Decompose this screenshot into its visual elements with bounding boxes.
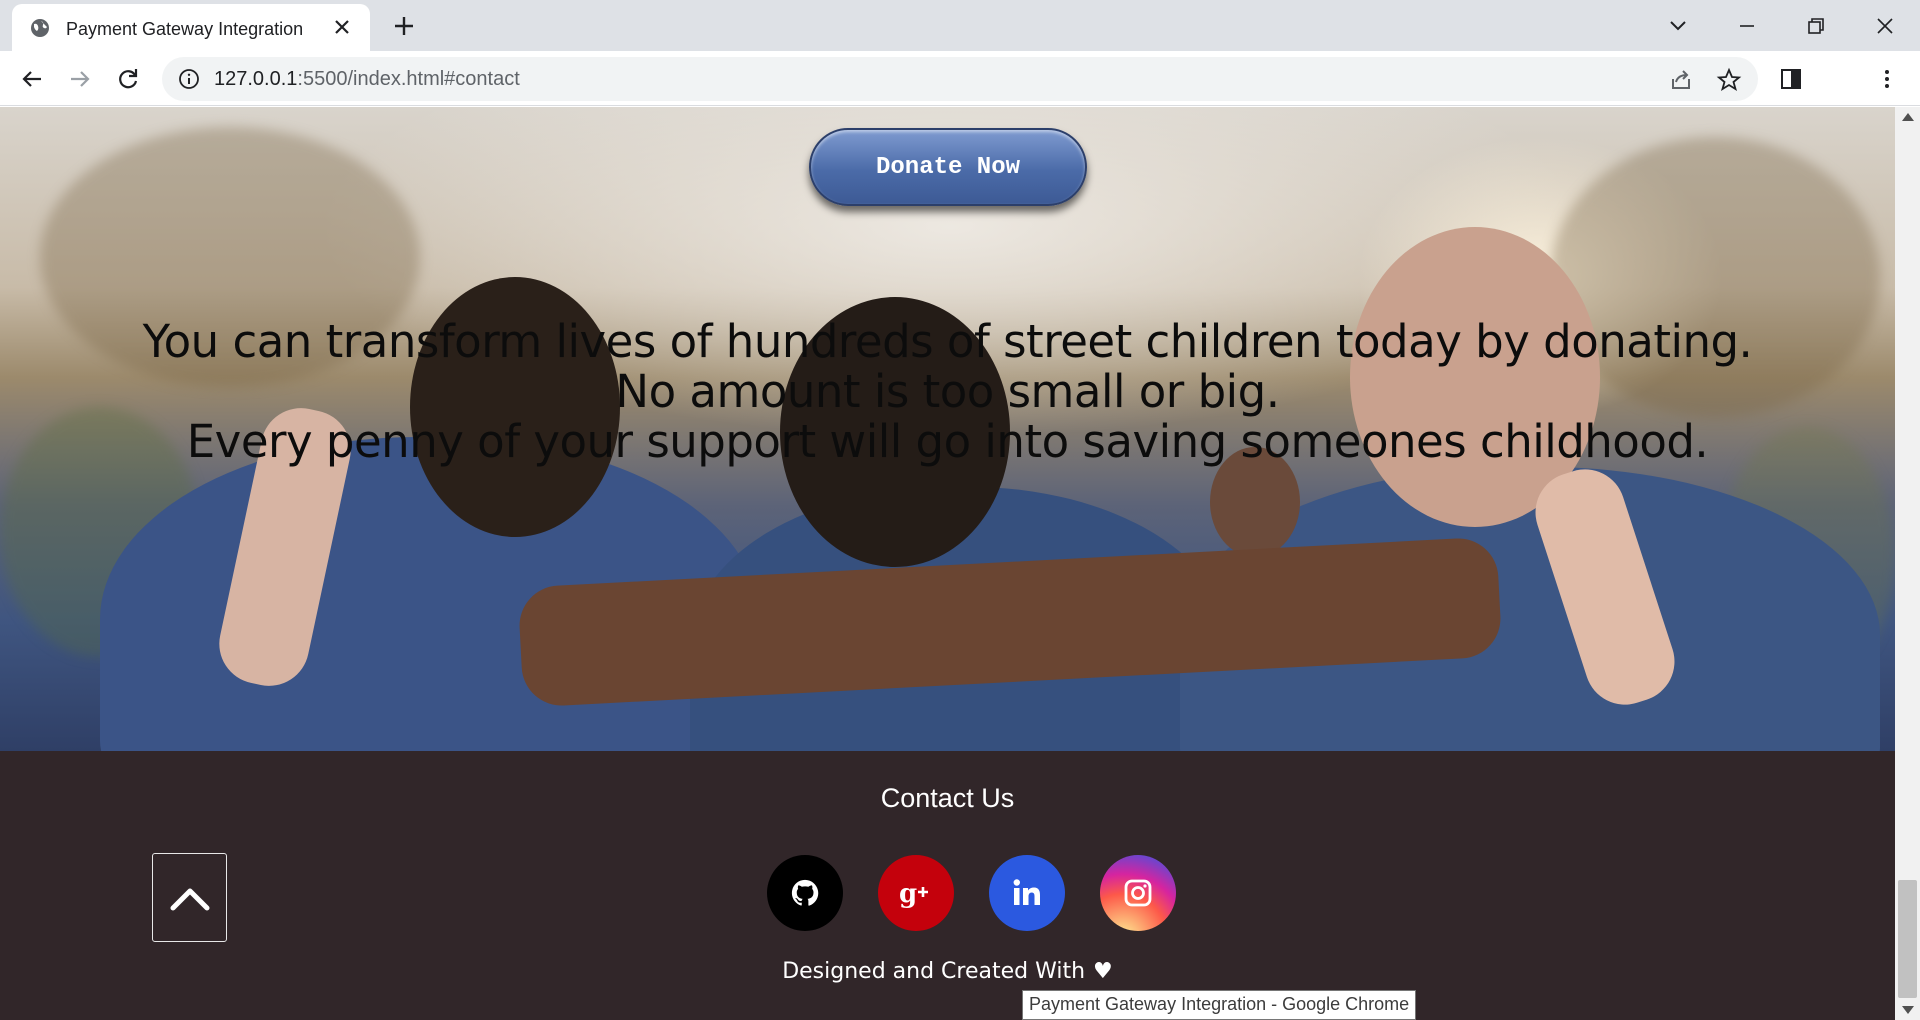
- close-window-icon[interactable]: [1869, 10, 1901, 42]
- instagram-icon: [1124, 879, 1152, 907]
- url-host: 127.0.0.1: [214, 68, 298, 90]
- tab-search-icon[interactable]: [1662, 10, 1694, 42]
- tab-title: Payment Gateway Integration: [66, 19, 304, 39]
- message-line: Every penny of your support will go into…: [186, 415, 1709, 468]
- credit-label: Designed and Created With: [782, 959, 1086, 984]
- heart-icon: ♥: [1093, 959, 1113, 984]
- address-bar[interactable]: 127.0.0.1:5500/index.html#contact: [162, 57, 1758, 101]
- forward-icon[interactable]: [65, 64, 95, 94]
- credit-text: Designed and Created With ♥: [0, 959, 1895, 984]
- window-title-tooltip: Payment Gateway Integration - Google Chr…: [1022, 990, 1417, 1020]
- message-line: You can transform lives of hundreds of s…: [142, 315, 1753, 368]
- url-text: 127.0.0.1:5500/index.html#contact: [214, 68, 520, 91]
- chevron-up-icon: [170, 888, 210, 911]
- donation-message: You can transform lives of hundreds of s…: [0, 317, 1895, 467]
- globe-icon: [31, 19, 49, 37]
- github-icon: [791, 879, 819, 906]
- svg-text:g: g: [899, 879, 917, 908]
- message-line: No amount is too small or big.: [615, 365, 1280, 418]
- page-viewport: Donate Now You can transform lives of hu…: [0, 107, 1895, 1020]
- scroll-up-arrow-icon[interactable]: [1902, 113, 1914, 121]
- back-to-top-button[interactable]: [152, 853, 227, 942]
- info-icon[interactable]: [178, 68, 200, 90]
- page-scrollbar[interactable]: [1895, 107, 1920, 1020]
- tab-strip: Payment Gateway Integration: [0, 0, 1920, 51]
- contact-footer: Contact Us g Designed and Created With ♥: [0, 751, 1895, 1020]
- menu-icon[interactable]: [1872, 64, 1902, 94]
- close-tab-icon[interactable]: [330, 15, 354, 39]
- back-icon[interactable]: [17, 64, 47, 94]
- linkedin-icon: [1013, 879, 1040, 905]
- google-plus-link[interactable]: g: [878, 855, 954, 931]
- browser-tab[interactable]: Payment Gateway Integration: [12, 4, 370, 51]
- donate-now-button[interactable]: Donate Now: [809, 128, 1087, 206]
- contact-title: Contact Us: [880, 783, 1015, 813]
- browser-toolbar: 127.0.0.1:5500/index.html#contact: [0, 51, 1920, 106]
- minimize-icon[interactable]: [1731, 10, 1763, 42]
- bookmark-star-icon[interactable]: [1716, 67, 1742, 93]
- new-tab-icon[interactable]: [390, 12, 418, 40]
- reload-icon[interactable]: [113, 64, 143, 94]
- hero-section: Donate Now You can transform lives of hu…: [0, 107, 1895, 751]
- linkedin-link[interactable]: [989, 855, 1065, 931]
- google-plus-icon: g: [899, 879, 928, 908]
- url-path: :5500/index.html#contact: [297, 68, 520, 90]
- side-panel-icon[interactable]: [1776, 64, 1806, 94]
- instagram-link[interactable]: [1100, 855, 1176, 931]
- restore-icon[interactable]: [1800, 10, 1832, 42]
- github-link[interactable]: [767, 855, 843, 931]
- scroll-down-arrow-icon[interactable]: [1902, 1006, 1914, 1014]
- share-icon[interactable]: [1668, 67, 1694, 93]
- scrollbar-thumb[interactable]: [1898, 880, 1917, 998]
